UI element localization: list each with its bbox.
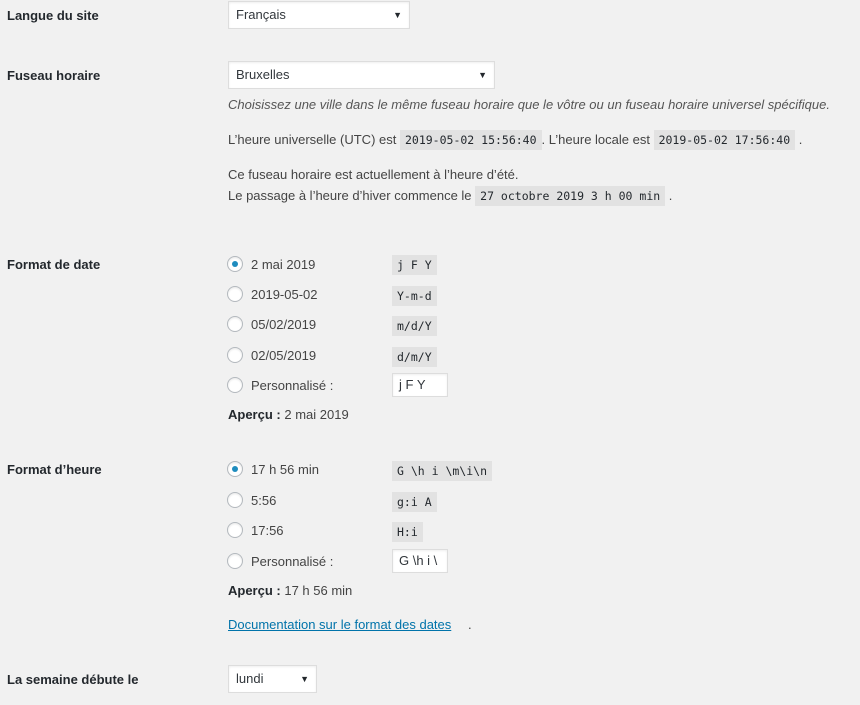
radio-icon[interactable] (227, 553, 243, 569)
radio-icon[interactable] (227, 522, 243, 538)
date-format-custom-input[interactable]: j F Y (392, 373, 448, 397)
preview-value: 17 h 56 min (284, 583, 353, 598)
time-format-code: g:i A (392, 492, 437, 512)
timezone-description: Choisissez une ville dans le même fuseau… (228, 97, 830, 112)
date-format-option[interactable]: 02/05/2019 (227, 345, 316, 365)
radio-checked-icon[interactable] (227, 256, 243, 272)
time-format-option[interactable]: 5:56 (227, 490, 276, 510)
doc-link-suffix: . (468, 617, 472, 632)
week-start-value: lundi (236, 671, 264, 686)
utc-time-line: L’heure universelle (UTC) est 2019-05-02… (228, 130, 803, 150)
date-format-label: Format de date (7, 257, 101, 272)
local-time-value: 2019-05-02 17:56:40 (653, 130, 796, 150)
time-option-label: 17 h 56 min (251, 461, 319, 477)
date-format-documentation-link[interactable]: Documentation sur le format des dates (228, 617, 451, 632)
preview-label: Aperçu : (228, 583, 281, 598)
transition-prefix: Le passage à l’heure d’hiver commence le (228, 188, 472, 203)
site-language-select[interactable]: Français ▼ (228, 1, 410, 29)
date-format-custom-option[interactable]: Personnalisé : (227, 375, 333, 395)
chevron-down-icon: ▼ (478, 70, 487, 80)
week-start-label: La semaine débute le (7, 672, 139, 687)
chevron-down-icon: ▼ (393, 10, 402, 20)
custom-label: Personnalisé : (251, 377, 334, 393)
dst-status-line: Ce fuseau horaire est actuellement à l’h… (228, 167, 519, 182)
utc-prefix: L’heure universelle (UTC) est (228, 132, 397, 147)
date-option-label: 02/05/2019 (251, 347, 317, 363)
date-format-code: Y-m-d (392, 286, 437, 306)
radio-icon[interactable] (227, 286, 243, 302)
radio-icon[interactable] (227, 492, 243, 508)
time-format-option[interactable]: 17:56 (227, 520, 284, 540)
site-language-label: Langue du site (7, 8, 99, 23)
local-prefix: . L’heure locale est (541, 132, 650, 147)
date-option-label: 05/02/2019 (251, 316, 317, 332)
custom-label: Personnalisé : (251, 553, 334, 569)
timezone-select[interactable]: Bruxelles ▼ (228, 61, 495, 89)
preview-label: Aperçu : (228, 407, 281, 422)
week-start-select[interactable]: lundi ▼ (228, 665, 317, 693)
site-language-value: Français (236, 7, 286, 22)
time-option-label: 5:56 (251, 492, 277, 508)
radio-icon[interactable] (227, 316, 243, 332)
local-suffix: . (798, 132, 803, 147)
date-format-code: d/m/Y (392, 347, 437, 367)
time-format-custom-input[interactable]: G \h i \ (392, 549, 448, 573)
time-format-label: Format d’heure (7, 462, 102, 477)
date-format-option[interactable]: 2019-05-02 (227, 284, 318, 304)
date-format-option[interactable]: 2 mai 2019 (227, 254, 315, 274)
transition-value: 27 octobre 2019 3 h 00 min (475, 186, 666, 206)
date-option-label: 2 mai 2019 (251, 256, 316, 272)
date-format-option[interactable]: 05/02/2019 (227, 314, 316, 334)
date-format-code: m/d/Y (392, 316, 437, 336)
timezone-label: Fuseau horaire (7, 68, 101, 83)
radio-icon[interactable] (227, 347, 243, 363)
timezone-value: Bruxelles (236, 67, 290, 82)
utc-time-value: 2019-05-02 15:56:40 (399, 130, 542, 150)
time-format-code: G \h i \m\i\n (392, 461, 493, 481)
date-option-label: 2019-05-02 (251, 286, 318, 302)
radio-checked-icon[interactable] (227, 461, 243, 477)
time-option-label: 17:56 (251, 522, 284, 538)
transition-suffix: . (668, 188, 673, 203)
date-preview: Aperçu : 2 mai 2019 (228, 407, 349, 422)
time-preview: Aperçu : 17 h 56 min (228, 583, 352, 598)
preview-value: 2 mai 2019 (284, 407, 349, 422)
radio-icon[interactable] (227, 377, 243, 393)
date-format-code: j F Y (392, 255, 437, 275)
dst-transition-line: Le passage à l’heure d’hiver commence le… (228, 186, 673, 206)
time-format-option[interactable]: 17 h 56 min (227, 459, 319, 479)
time-format-custom-option[interactable]: Personnalisé : (227, 551, 333, 571)
chevron-down-icon: ▼ (300, 674, 309, 684)
time-format-code: H:i (392, 522, 423, 542)
